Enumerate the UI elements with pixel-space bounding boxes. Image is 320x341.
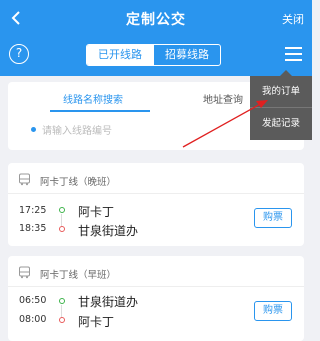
annotation-arrow: [182, 100, 268, 148]
